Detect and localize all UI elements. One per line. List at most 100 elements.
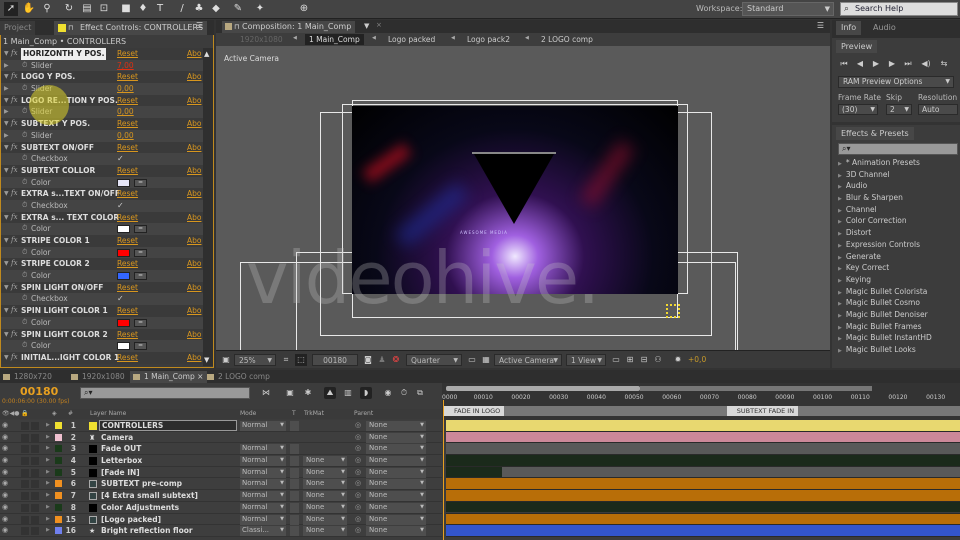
stopwatch-icon[interactable]: ⏱ [22, 130, 27, 142]
pick-whip-icon[interactable]: ◎ [355, 478, 361, 490]
effect-row[interactable]: ▼ fx LOGO Y POS. Reset Abo [1, 71, 203, 84]
clone-stamp-tool-icon[interactable]: ♣ [192, 2, 206, 16]
fx-icon[interactable]: fx [11, 212, 18, 224]
layer-label-color[interactable] [55, 527, 62, 535]
reset-link[interactable]: Reset [117, 142, 138, 154]
layer-duration-bar[interactable] [446, 525, 960, 536]
effect-category[interactable]: ▶ Magic Bullet Frames [832, 321, 960, 333]
visibility-icon[interactable]: ◉ [2, 432, 8, 444]
lock-icon[interactable]: ⊓ [68, 21, 73, 35]
pick-whip-icon[interactable]: ◎ [355, 490, 361, 502]
time-ruler[interactable]: 0000 00010 00020 00030 00040 00050 00060 00070 0… [442, 383, 960, 420]
audio-switch[interactable] [21, 457, 29, 466]
camera-view-select[interactable]: Active Camera ▼ [494, 354, 562, 366]
fx-icon[interactable]: fx [11, 142, 18, 154]
eyedropper-icon[interactable]: ━ [134, 248, 147, 257]
expand-triangle-icon[interactable]: ▶ [838, 336, 842, 342]
layer-duration-bar[interactable] [446, 490, 960, 501]
effect-category[interactable]: ▶ 3D Channel [832, 169, 960, 181]
track-matte-select[interactable]: None ▼ [303, 526, 347, 537]
effect-row[interactable]: ▼ fx STRIPE COLOR 2 Reset Abo [1, 258, 203, 271]
parent-select[interactable]: None ▼ [366, 479, 426, 490]
layer-label-color[interactable] [55, 457, 62, 465]
ram-preview-options-select[interactable]: RAM Preview Options ▼ [838, 76, 954, 88]
reset-link[interactable]: Reset [117, 235, 138, 247]
stopwatch-icon[interactable]: ⏱ [22, 247, 27, 259]
about-link[interactable]: Abo [187, 188, 201, 200]
pen-tool-icon[interactable]: ♦ [136, 2, 150, 16]
checkbox[interactable]: ✓ [117, 293, 124, 305]
rectangle-tool-icon[interactable]: ■ [119, 2, 133, 16]
disclosure-triangle-icon[interactable]: ▼ [4, 329, 9, 341]
layer-label-color[interactable] [55, 503, 62, 511]
solo-switch[interactable] [31, 468, 39, 477]
blend-mode-select[interactable]: Normal ▼ [240, 421, 286, 431]
blend-mode-select[interactable]: Normal ▼ [240, 456, 286, 467]
track-matte-select[interactable]: None ▼ [303, 479, 347, 490]
layer-duration-bar[interactable] [446, 431, 960, 443]
effect-category[interactable]: ▶ Audio [832, 180, 960, 192]
panel-menu-icon[interactable]: ☰ [817, 21, 824, 30]
transparency-grid-icon[interactable]: ▦ [480, 354, 492, 366]
solo-switch[interactable] [31, 480, 39, 489]
solo-switch[interactable] [31, 457, 39, 466]
layer-label-color[interactable] [55, 492, 62, 500]
effect-controls-scrollbar[interactable]: ▲ ▼ [203, 48, 213, 366]
timeline-tab[interactable]: 2 LOGO comp [204, 371, 274, 383]
parent-select[interactable]: None ▼ [366, 456, 426, 467]
layer-row[interactable]: ◉ ▶ 7 [4 Extra small subtext] Normal ▼ None ▼ ◎ N… [0, 490, 442, 502]
solo-switch[interactable] [31, 492, 39, 501]
layer-label-color[interactable] [55, 433, 62, 441]
effect-row[interactable]: ▼ fx SUBTEXT Y POS. Reset Abo [1, 118, 203, 130]
expand-triangle-icon[interactable]: ▶ [838, 184, 842, 190]
channel-icon[interactable]: ❂ [390, 354, 402, 366]
visibility-icon[interactable]: ◉ [2, 420, 8, 432]
about-link[interactable]: Abo [187, 165, 201, 177]
tab-audio[interactable]: Audio [868, 21, 901, 35]
effect-category[interactable]: ▶ Keying [832, 274, 960, 286]
fx-icon[interactable]: fx [11, 235, 18, 247]
layer-duration-bar[interactable] [446, 455, 960, 466]
hand-tool-icon[interactable]: ✋ [22, 2, 36, 16]
zoom-tool-icon[interactable]: ⚲ [40, 2, 54, 16]
checkbox[interactable]: ✓ [117, 200, 124, 212]
flowchart-icon[interactable]: ⚇ [652, 354, 664, 366]
effect-row[interactable]: ▼ fx EXTRA s...TEXT ON/OFF Reset Abo [1, 188, 203, 200]
pick-whip-icon[interactable]: ◎ [355, 455, 361, 467]
expand-triangle-icon[interactable]: ▶ [838, 196, 842, 202]
solo-switch[interactable] [31, 433, 39, 442]
always-preview-icon[interactable]: ▣ [220, 354, 232, 366]
loop-icon[interactable]: ⇆ [938, 58, 950, 70]
effect-category[interactable]: ▶ Magic Bullet Looks [832, 344, 960, 356]
color-swatch[interactable] [117, 248, 130, 257]
comp-marker[interactable]: SUBTEXT FADE IN [726, 406, 799, 416]
fx-icon[interactable]: fx [11, 258, 18, 270]
reset-link[interactable]: Reset [117, 352, 138, 364]
expand-triangle-icon[interactable]: ▶ [838, 173, 842, 179]
eyedropper-icon[interactable]: ━ [134, 225, 147, 234]
close-icon[interactable]: × [376, 21, 382, 29]
disclosure-triangle-icon[interactable]: ▼ [4, 352, 9, 364]
solo-switch[interactable] [31, 515, 39, 524]
layer-row[interactable]: ◉ ▶ 5 [Fade IN] Normal ▼ None ▼ ◎ None ▼ [0, 466, 442, 479]
layer-name[interactable]: [4 Extra small subtext] [101, 490, 198, 502]
layer-duration-bar[interactable] [446, 513, 960, 524]
camera-tool-icon[interactable]: ▤ [80, 2, 94, 16]
effect-category[interactable]: ▶ Magic Bullet InstantHD [832, 332, 960, 344]
expand-triangle-icon[interactable]: ▶ [46, 420, 50, 432]
preserve-transparency-toggle[interactable] [290, 479, 299, 490]
pick-whip-icon[interactable]: ◎ [355, 420, 361, 432]
disclosure-triangle-icon[interactable]: ▼ [4, 142, 9, 154]
pixel-aspect-icon[interactable]: ▭ [610, 354, 622, 366]
play-icon[interactable]: ▶ [870, 58, 882, 70]
mask-visibility-icon[interactable]: ⬚ [295, 354, 307, 366]
resolution-select[interactable]: Auto [918, 104, 958, 115]
fast-previews-icon[interactable]: ⊞ [624, 354, 636, 366]
layer-label-color[interactable] [55, 480, 62, 488]
effects-search-input[interactable]: ⌕▾ [838, 143, 958, 155]
first-frame-icon[interactable]: ⏮ [838, 58, 850, 70]
about-link[interactable]: Abo [187, 352, 201, 364]
skip-select[interactable]: 2 ▼ [886, 104, 912, 115]
tab-project[interactable]: Project [0, 21, 36, 35]
expand-triangle-icon[interactable]: ▶ [838, 325, 842, 331]
